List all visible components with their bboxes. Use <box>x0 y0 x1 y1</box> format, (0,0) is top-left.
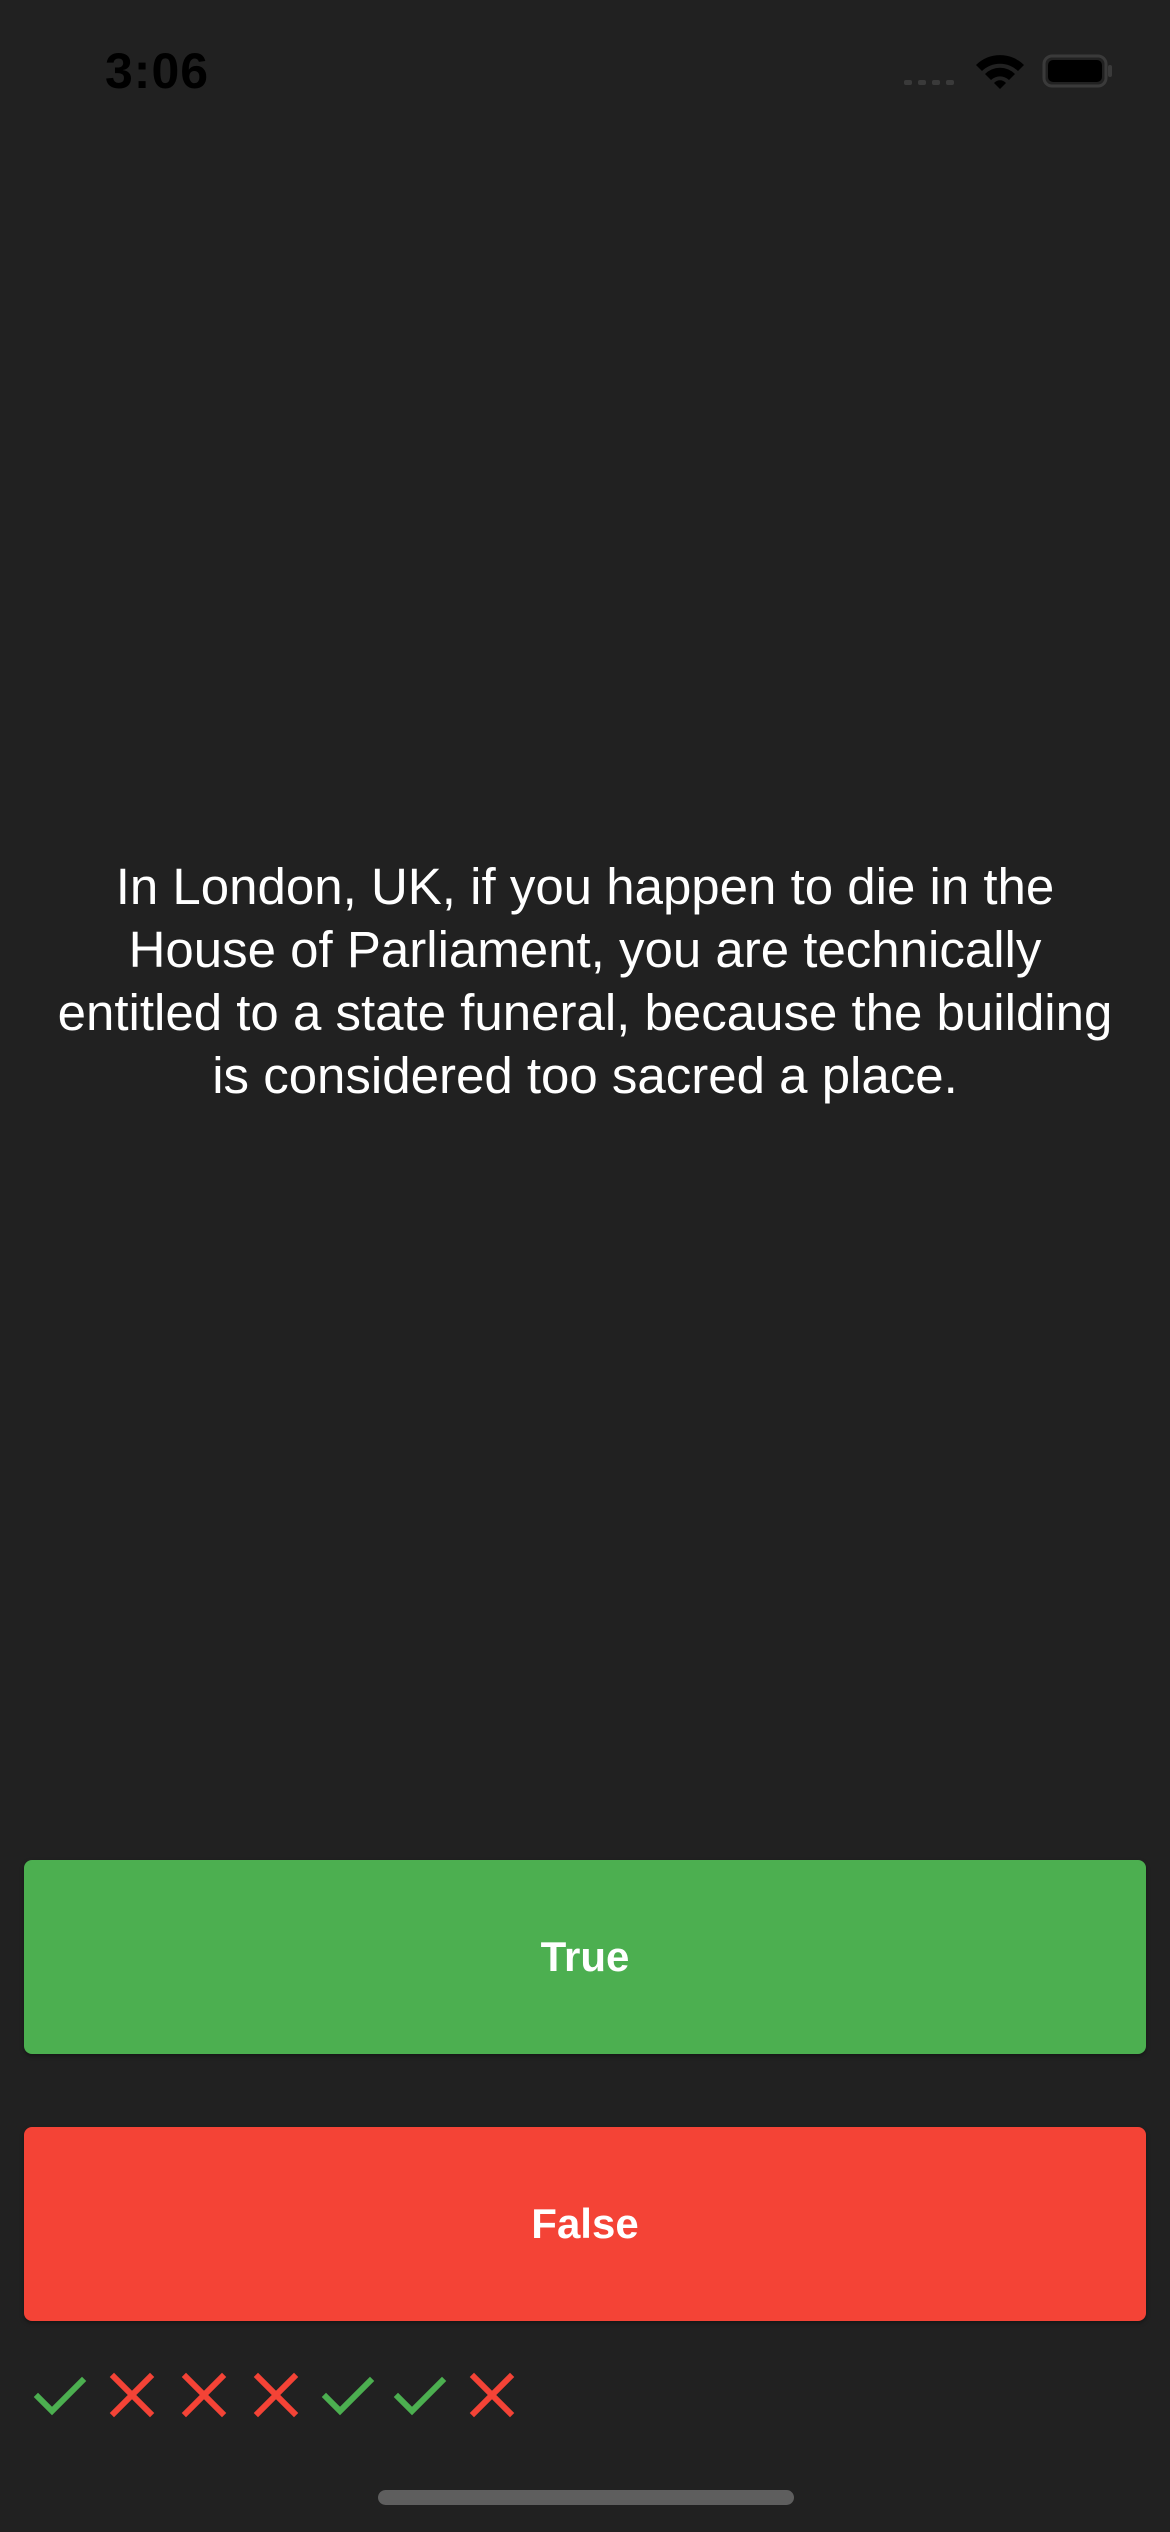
question-area: In London, UK, if you happen to die in t… <box>40 855 1130 1107</box>
status-icons <box>902 52 1114 90</box>
quiz-screen: 3:06 In London, UK, if you happen to die… <box>0 0 1170 2532</box>
score-keeper <box>30 2365 522 2425</box>
close-icon <box>109 2372 155 2418</box>
check-icon <box>321 2376 375 2416</box>
true-button[interactable]: True <box>24 1860 1146 2054</box>
check-icon <box>33 2376 87 2416</box>
false-button[interactable]: False <box>24 2127 1146 2321</box>
home-indicator[interactable] <box>378 2490 794 2505</box>
signal-icon <box>904 80 954 85</box>
check-icon <box>393 2376 447 2416</box>
close-icon <box>181 2372 227 2418</box>
close-icon <box>469 2372 515 2418</box>
question-text: In London, UK, if you happen to die in t… <box>57 858 1113 1104</box>
status-bar: 3:06 <box>0 0 1170 140</box>
close-icon <box>253 2372 299 2418</box>
battery-icon <box>1042 54 1112 88</box>
wifi-icon <box>976 55 1024 89</box>
status-time: 3:06 <box>105 43 210 99</box>
